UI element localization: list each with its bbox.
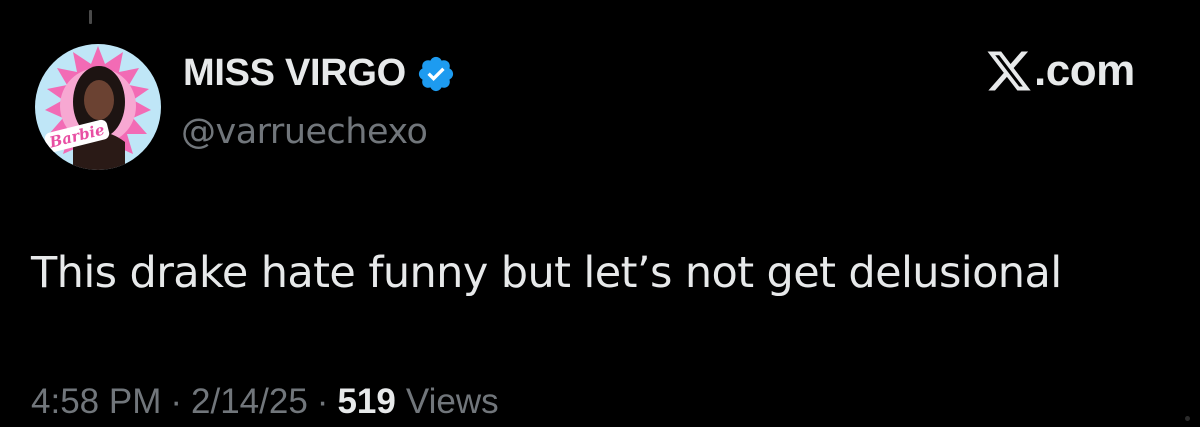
user-handle[interactable]: @varruechexo xyxy=(181,112,428,152)
display-name[interactable]: MISS VIRGO xyxy=(183,52,406,95)
meta-separator: · xyxy=(170,382,183,421)
verified-badge-icon xyxy=(418,56,454,91)
tweet-text: This drake hate funny but let’s not get … xyxy=(31,248,1062,298)
brand-domain-text: .com xyxy=(1034,46,1135,95)
meta-separator: · xyxy=(316,382,329,421)
x-logo-icon xyxy=(987,51,1031,91)
tweet-meta: 4:58 PM · 2/14/25 · 519 Views xyxy=(31,382,499,422)
barbie-avatar-image: Barbie xyxy=(35,44,161,170)
author-name-row[interactable]: MISS VIRGO xyxy=(183,52,456,95)
brand-watermark: .com xyxy=(985,46,1135,96)
tweet-date[interactable]: 2/14/25 xyxy=(191,382,308,422)
scroll-tick xyxy=(89,10,92,24)
avatar[interactable]: Barbie xyxy=(33,42,163,172)
corner-dot xyxy=(1185,416,1190,421)
tweet-time[interactable]: 4:58 PM xyxy=(31,382,161,422)
views-count[interactable]: 519 xyxy=(337,382,395,422)
views-label[interactable]: Views xyxy=(406,382,499,422)
